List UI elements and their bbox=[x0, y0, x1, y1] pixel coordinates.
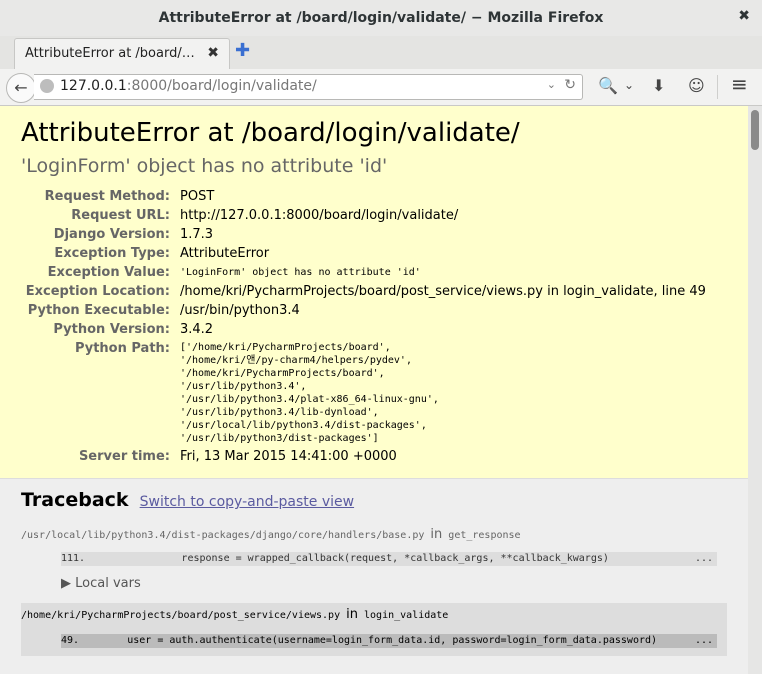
traceback-title: Traceback bbox=[21, 489, 129, 511]
meta-row: Python Path: ['/home/kri/PycharmProjects… bbox=[21, 339, 706, 447]
meta-value: POST bbox=[180, 189, 215, 204]
meta-value: /home/kri/PycharmProjects/board/post_ser… bbox=[180, 284, 706, 299]
toolbar-divider bbox=[717, 75, 718, 99]
meta-label: Request Method: bbox=[44, 189, 170, 204]
traceback-frame: /usr/local/lib/python3.4/dist-packages/d… bbox=[21, 527, 727, 591]
error-summary: AttributeError at /board/login/validate/… bbox=[0, 106, 748, 479]
download-icon[interactable]: ⬇ bbox=[652, 76, 665, 95]
python-path-entry: '/usr/lib/python3.4/lib-dynload', bbox=[180, 407, 379, 418]
meta-row: Exception Type: AttributeError bbox=[21, 244, 706, 263]
window-close-icon[interactable]: ✖ bbox=[738, 8, 750, 24]
line-code: response = wrapped_callback(request, *ca… bbox=[85, 553, 609, 564]
expand-context-dots[interactable]: ... bbox=[695, 552, 713, 566]
python-path-entry: '/home/kri/PycharmProjects/board', bbox=[180, 368, 385, 379]
page-scrollbar[interactable] bbox=[748, 106, 762, 674]
search-engine-dropdown-icon[interactable]: ⌄ bbox=[624, 78, 634, 92]
python-path-entry: ['/home/kri/PycharmProjects/board', bbox=[180, 342, 391, 353]
meta-value: 3.4.2 bbox=[180, 322, 214, 337]
meta-label: Exception Value: bbox=[47, 265, 170, 280]
new-tab-icon[interactable]: ✚ bbox=[235, 40, 250, 61]
frame-function: login_validate bbox=[364, 610, 449, 621]
switch-to-copy-paste-link[interactable]: Switch to copy-and-paste view bbox=[140, 494, 354, 510]
meta-row: Server time: Fri, 13 Mar 2015 14:41:00 +0… bbox=[21, 447, 706, 466]
menu-icon[interactable]: ≡ bbox=[731, 72, 748, 96]
meta-label: Exception Type: bbox=[54, 246, 170, 261]
frame-context-line[interactable]: 49. user = auth.authenticate(username=lo… bbox=[61, 634, 717, 648]
window-titlebar: AttributeError at /board/login/validate/… bbox=[0, 0, 762, 37]
meta-label: Django Version: bbox=[53, 227, 170, 242]
site-identity-icon[interactable] bbox=[40, 79, 54, 93]
expand-context-dots[interactable]: ... bbox=[695, 634, 713, 648]
meta-label: Python Path: bbox=[74, 341, 170, 356]
tab-title: AttributeError at /board/… bbox=[25, 46, 195, 61]
frame-function: get_response bbox=[448, 530, 521, 541]
tab-active[interactable]: AttributeError at /board/… ✖ bbox=[14, 38, 230, 69]
python-path-entry: '/usr/lib/python3.4', bbox=[180, 381, 307, 392]
frame-file-path: /usr/local/lib/python3.4/dist-packages/d… bbox=[21, 527, 727, 542]
python-path-entry: '/usr/lib/python3/dist-packages'] bbox=[180, 433, 379, 444]
meta-value: 'LoginForm' object has no attribute 'id' bbox=[180, 267, 421, 278]
python-path-entry: '/usr/lib/python3.4/plat-x86_64-linux-gn… bbox=[180, 394, 439, 405]
line-number: 111. bbox=[61, 553, 86, 564]
frame-context-line[interactable]: 111. response = wrapped_callback(request… bbox=[61, 552, 717, 566]
url-text[interactable]: 127.0.0.1:8000/board/login/validate/ bbox=[60, 78, 317, 94]
request-meta-table: Request Method: POST Request URL: http://1… bbox=[21, 187, 706, 466]
frame-filename: /usr/local/lib/python3.4/dist-packages/d… bbox=[21, 530, 425, 541]
navigation-toolbar: ← 127.0.0.1:8000/board/login/validate/ ⌄… bbox=[0, 69, 762, 106]
traceback-frame: /home/kri/PycharmProjects/board/post_ser… bbox=[21, 603, 727, 656]
url-bar[interactable]: 127.0.0.1:8000/board/login/validate/ ⌄ ↻ bbox=[34, 74, 583, 100]
meta-value: Fri, 13 Mar 2015 14:41:00 +0000 bbox=[180, 449, 397, 464]
line-code: user = auth.authenticate(username=login_… bbox=[79, 635, 658, 646]
meta-value: http://127.0.0.1:8000/board/login/valida… bbox=[180, 208, 459, 223]
frame-filename: /home/kri/PycharmProjects/board/post_ser… bbox=[21, 610, 341, 621]
meta-label: Server time: bbox=[78, 449, 170, 464]
url-history-dropdown-icon[interactable]: ⌄ bbox=[547, 78, 556, 91]
back-button[interactable]: ← bbox=[6, 73, 36, 103]
search-icon[interactable]: 🔍 bbox=[598, 76, 618, 95]
meta-row: Exception Location: /home/kri/PycharmProj… bbox=[21, 282, 706, 301]
error-title: AttributeError at /board/login/validate/ bbox=[21, 118, 520, 148]
local-vars-toggle[interactable]: ▶ Local vars bbox=[61, 576, 727, 591]
meta-row: Request Method: POST bbox=[21, 187, 706, 206]
meta-row: Python Executable: /usr/bin/python3.4 bbox=[21, 301, 706, 320]
meta-label: Exception Location: bbox=[25, 284, 170, 299]
meta-value: 1.7.3 bbox=[180, 227, 214, 242]
meta-label: Python Version: bbox=[53, 322, 170, 337]
reload-icon[interactable]: ↻ bbox=[564, 77, 576, 93]
meta-label: Request URL: bbox=[71, 208, 170, 223]
meta-value: /usr/bin/python3.4 bbox=[180, 303, 300, 318]
scrollbar-thumb[interactable] bbox=[751, 110, 759, 150]
frame-in-label: in bbox=[346, 607, 358, 622]
frame-in-label: in bbox=[430, 527, 443, 542]
window-title: AttributeError at /board/login/validate/… bbox=[158, 10, 604, 26]
error-value: 'LoginForm' object has no attribute 'id' bbox=[21, 155, 388, 177]
python-path-entry: '/usr/local/lib/python3.4/dist-packages'… bbox=[180, 420, 427, 431]
meta-row: Exception Value: 'LoginForm' object has n… bbox=[21, 263, 706, 282]
page-content: AttributeError at /board/login/validate/… bbox=[0, 106, 748, 674]
url-path: :8000/board/login/validate/ bbox=[126, 78, 317, 94]
python-path-entry: '/home/kri/앤/py-charm4/helpers/pydev', bbox=[180, 355, 412, 366]
line-number: 49. bbox=[61, 635, 80, 646]
meta-row: Django Version: 1.7.3 bbox=[21, 225, 706, 244]
meta-row: Python Version: 3.4.2 bbox=[21, 320, 706, 339]
python-path-list: ['/home/kri/PycharmProjects/board', '/ho… bbox=[180, 339, 706, 447]
tab-close-icon[interactable]: ✖ bbox=[207, 45, 219, 61]
traceback-section: Traceback Switch to copy-and-paste view … bbox=[0, 479, 748, 666]
hello-icon[interactable]: ☺ bbox=[688, 76, 705, 95]
meta-value: AttributeError bbox=[180, 246, 270, 261]
frame-file-path: /home/kri/PycharmProjects/board/post_ser… bbox=[21, 607, 727, 622]
meta-row: Request URL: http://127.0.0.1:8000/board/… bbox=[21, 206, 706, 225]
traceback-header: Traceback Switch to copy-and-paste view bbox=[21, 489, 727, 511]
meta-label: Python Executable: bbox=[27, 303, 170, 318]
url-host: 127.0.0.1 bbox=[60, 78, 127, 94]
tab-strip: AttributeError at /board/… ✖ bbox=[0, 36, 762, 70]
